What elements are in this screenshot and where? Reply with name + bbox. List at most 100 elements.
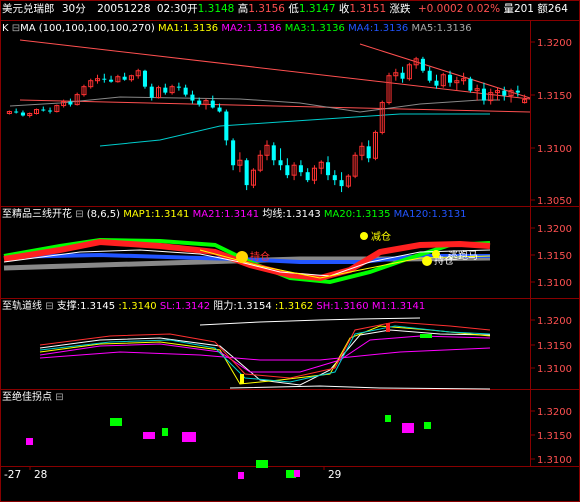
candle-body-down (332, 175, 337, 181)
ma-label[interactable]: MA (20, 23, 35, 34)
ma-indicator-list: MA1:1.3136 MA2:1.3136 MA3:1.3136 MA4:1.3… (158, 23, 472, 34)
outer-frame (0, 0, 580, 502)
candle-body-down (448, 74, 453, 83)
sanxian-indicator-4: MA120:1.3131 (393, 209, 467, 220)
guidao-red (39, 321, 491, 379)
annotation-reduce: 减仓 (371, 230, 391, 243)
candle-body-down (20, 112, 25, 116)
time-label: 02:30 (156, 3, 188, 15)
period-label[interactable]: 30分 (62, 3, 86, 15)
annotation-jump: 逃跑马 (448, 249, 478, 262)
jump-marker-icon (432, 250, 440, 258)
low-label: 低 (288, 3, 299, 15)
main-axis-label: 1.3100 (537, 144, 572, 155)
sanxian-indicator-3: MA20:1.3135 (323, 209, 394, 220)
candle-body-down (190, 94, 195, 101)
k-toggle[interactable]: K (2, 23, 9, 34)
turning-point-marker (26, 438, 33, 445)
symbol-name[interactable]: 美元兑瑞郎 (2, 3, 55, 15)
ma-indicator-1: MA2:1.3136 (221, 23, 285, 34)
x-axis-label-29: 29 (328, 469, 342, 481)
reduce-marker-icon (360, 232, 368, 240)
ma-indicator-3: MA4:1.3136 (348, 23, 412, 34)
candle-body-down (244, 160, 249, 186)
candle-body-down (285, 165, 290, 176)
turning-point-marker (110, 418, 122, 426)
open-label: 开 (187, 3, 198, 15)
candle-body-down (109, 79, 114, 82)
amount-label: 额 (537, 3, 548, 15)
guidao-axis-label: 1.3150 (537, 341, 572, 352)
candle-body-down (68, 101, 73, 105)
ma-indicator-4: MA5:1.3136 (411, 23, 472, 34)
guidao-indicator-4: :1.3162 (274, 301, 317, 312)
turning-point-marker (238, 472, 244, 479)
candle-body-down (231, 140, 236, 166)
turning-point-marker (294, 470, 300, 477)
guaidian-title[interactable]: 至绝佳拐点 (2, 392, 52, 403)
candle-body-down (502, 90, 507, 96)
turning-point-marker (182, 432, 196, 442)
sanxian-axis-label: 1.3200 (537, 224, 572, 235)
candle-body-down (468, 78, 473, 91)
close-label: 收 (338, 3, 350, 15)
sanxian-axis-label: 1.3150 (537, 251, 572, 262)
candle-body-down (481, 88, 486, 101)
collapse-icon[interactable]: ⊟ (45, 301, 53, 312)
candle-body-down (339, 180, 344, 187)
candle-body-down (224, 111, 229, 141)
candle-body-down (325, 162, 331, 176)
candle-body-down (217, 107, 222, 112)
candle-body-down (400, 72, 405, 79)
candle-body-down (48, 110, 53, 112)
candle-body-down (142, 70, 148, 87)
open-value: 1.3148 (197, 3, 235, 15)
guidao-signal-bar (240, 374, 244, 384)
annotation-buy: 持仓 (250, 250, 270, 263)
candle-body-down (183, 87, 188, 95)
sanxian-indicator-2: 均线:1.3143 (262, 209, 324, 220)
candle-body-down (366, 146, 371, 159)
volume-label: 量 (503, 3, 514, 15)
guaidian-axis-label: 1.3200 (537, 407, 572, 418)
main-axis-label: 1.3050 (537, 196, 572, 207)
turning-point-marker (424, 422, 431, 429)
candle-body-down (14, 111, 19, 113)
guidao-indicator-1: :1.3140 (118, 301, 160, 312)
candle-body-down (298, 165, 303, 173)
candle-body-down (420, 58, 425, 71)
sanxian-title[interactable]: 至精品三线开花 (2, 209, 72, 220)
hold-marker-icon (422, 256, 432, 266)
high-label: 高 (237, 3, 249, 15)
guidao-m1 (39, 347, 491, 361)
candle-body-down (305, 172, 310, 181)
sanxian-indicator-list: MAP1:1.3141 MA21:1.3141 均线:1.3143 MA20:1… (123, 209, 466, 220)
collapse-icon[interactable]: ⊟ (75, 209, 83, 220)
candle-body-down (163, 87, 168, 93)
guaidian-axis-label: 1.3100 (537, 455, 572, 466)
guidao-axis-label: 1.3200 (537, 316, 572, 327)
change-pct-value: 0.02% (466, 3, 501, 15)
candle-body-down (197, 100, 202, 105)
collapse-icon[interactable]: ⊟ (12, 23, 20, 34)
candle-body-down (515, 90, 520, 93)
turning-point-marker (162, 428, 168, 436)
guidao-indicator-3: 阻力:1.3154 (213, 301, 275, 312)
guidao-title[interactable]: 至轨道线 (2, 301, 42, 312)
candle-body-down (271, 145, 276, 161)
close-value: 1.3151 (349, 3, 387, 15)
sanxian-axis-label: 1.3100 (537, 278, 572, 289)
volume-value: 201 (513, 3, 534, 15)
guaidian-axis-label: 1.3150 (537, 431, 572, 442)
guidao-magenta (39, 335, 491, 373)
sanxian-params: (8,6,5) (86, 209, 121, 220)
turning-point-marker (256, 460, 268, 468)
guidao-indicator-list: 支撑:1.3145 :1.3140 SL:1.3142 阻力:1.3154 :1… (57, 301, 425, 312)
ma-indicator-0: MA1:1.3136 (157, 23, 222, 34)
guidao-indicator-5: SH:1.3160 (316, 301, 372, 312)
guidao-indicator-6: M1:1.3141 (371, 301, 426, 312)
collapse-icon[interactable]: ⊟ (55, 392, 63, 403)
guidao-signal-bar (420, 334, 432, 338)
main-axis-label: 1.3150 (537, 91, 572, 102)
ma-params: (100,100,100,100,270) (38, 23, 155, 34)
